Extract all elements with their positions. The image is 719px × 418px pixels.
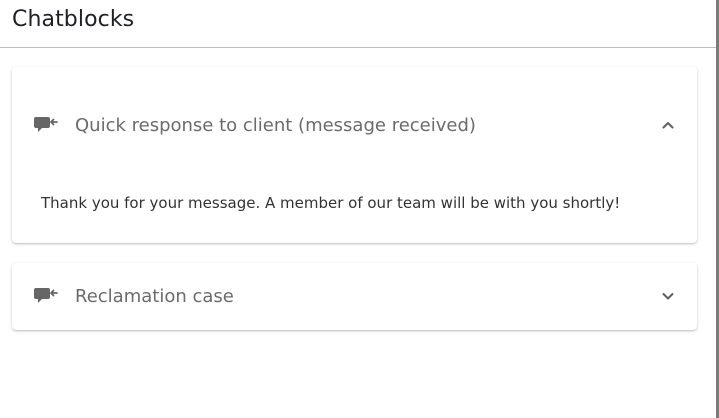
chatblock-title: Reclamation case: [75, 285, 234, 307]
chatblock-header-quick-response[interactable]: Quick response to client (message receiv…: [12, 95, 697, 155]
chatblock-card-quick-response: Quick response to client (message receiv…: [12, 67, 697, 243]
chat-reply-icon: [34, 117, 58, 132]
chevron-up-icon[interactable]: [661, 118, 675, 132]
chatblock-title: Quick response to client (message receiv…: [75, 114, 476, 136]
chatblock-card-reclamation: Reclamation case: [12, 263, 697, 330]
page-title: Chatblocks: [12, 7, 135, 32]
chat-reply-icon: [34, 288, 58, 303]
panel-header: Chatblocks: [0, 0, 716, 48]
chatblocks-panel: Chatblocks Quick response to client (mes…: [0, 0, 719, 418]
chatblock-header-reclamation[interactable]: Reclamation case: [12, 266, 697, 326]
chevron-down-icon[interactable]: [661, 289, 675, 303]
chatblock-body-text: Thank you for your message. A member of …: [41, 194, 621, 212]
